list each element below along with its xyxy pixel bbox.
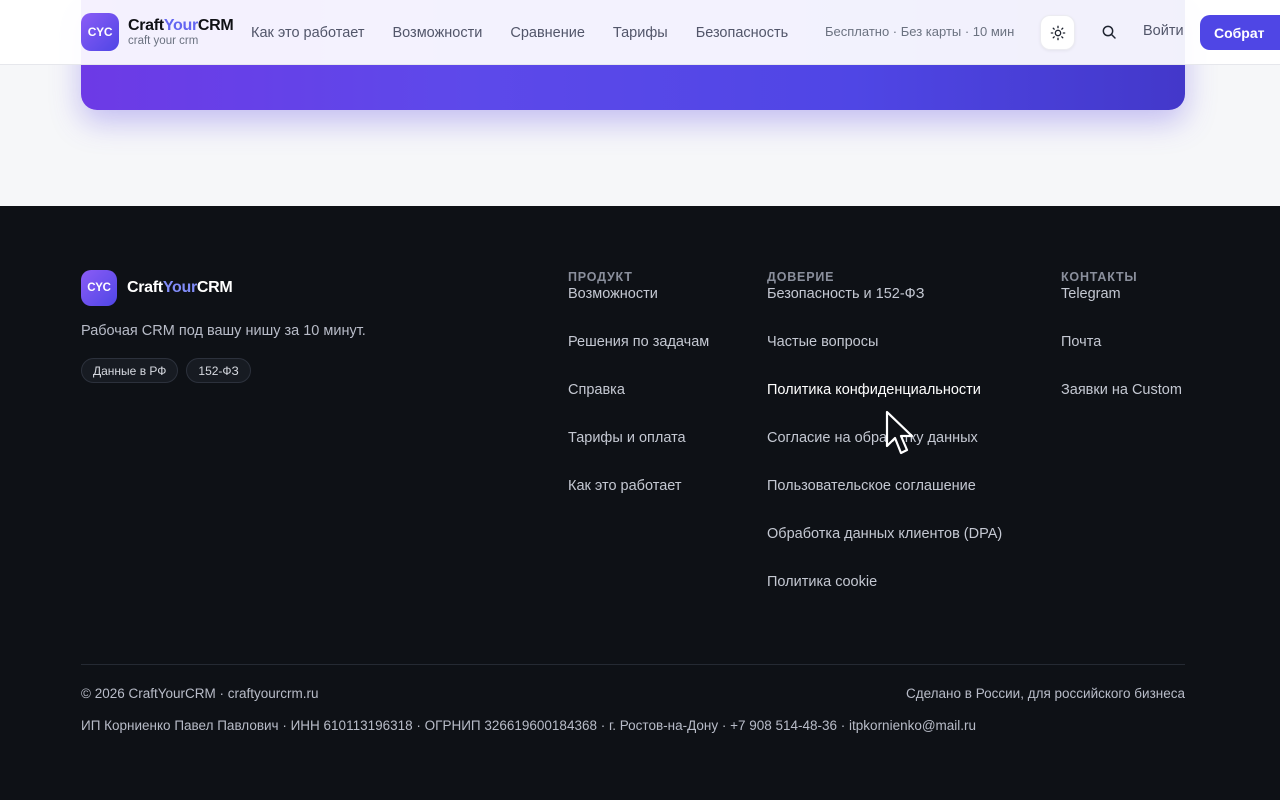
footer-link-help[interactable]: Справка [568, 380, 709, 428]
search-icon [1102, 25, 1116, 39]
footer-column-title: ПРОДУКТ [568, 270, 633, 284]
footer-link-privacy-policy[interactable]: Политика конфиденциальности [767, 380, 1002, 428]
footer-logo-name: CraftYourCRM [127, 279, 233, 296]
footer-link-features[interactable]: Возможности [568, 284, 709, 332]
header-logo[interactable]: CYC CraftYourCRM craft your crm [81, 13, 234, 51]
site-header: CYC CraftYourCRM craft your crm Как это … [0, 0, 1280, 65]
promo-text: Бесплатно · Без карты · 10 мин [825, 24, 1015, 39]
badge-152-fz: 152-ФЗ [186, 358, 251, 383]
main-nav: Как это работает Возможности Сравнение Т… [251, 0, 816, 65]
footer-column-title: КОНТАКТЫ [1061, 270, 1138, 284]
footer-link-solutions[interactable]: Решения по задачам [568, 332, 709, 380]
footer-link-data-consent[interactable]: Согласие на обработку данных [767, 428, 1002, 476]
footer-tagline: Рабочая CRM под вашу нишу за 10 минут. [81, 323, 366, 339]
nav-comparison[interactable]: Сравнение [510, 25, 585, 41]
footer-link-email[interactable]: Почта [1061, 332, 1182, 380]
footer-link-dpa[interactable]: Обработка данных клиентов (DPA) [767, 524, 1002, 572]
nav-pricing[interactable]: Тарифы [613, 25, 668, 41]
footer-link-cookie-policy[interactable]: Политика cookie [767, 572, 1002, 620]
theme-toggle-button[interactable] [1040, 15, 1075, 50]
footer-divider [81, 664, 1185, 665]
footer-column-trust: ДОВЕРИЕ Безопасность и 152-ФЗ Частые воп… [767, 270, 1002, 620]
footer-link-telegram[interactable]: Telegram [1061, 284, 1182, 332]
footer-column-product: ПРОДУКТ Возможности Решения по задачам С… [568, 270, 709, 524]
footer-link-pricing[interactable]: Тарифы и оплата [568, 428, 709, 476]
footer-link-faq[interactable]: Частые вопросы [767, 332, 1002, 380]
footer-made-in: Сделано в России, для российского бизнес… [905, 686, 1185, 701]
footer-legal-info: ИП Корниенко Павел Павлович · ИНН 610113… [81, 718, 977, 733]
footer-badges: Данные в РФ 152-ФЗ [81, 358, 259, 383]
login-link[interactable]: Войти [1143, 23, 1184, 39]
logo-subtitle: craft your crm [128, 35, 199, 47]
footer-column-contacts: КОНТАКТЫ Telegram Почта Заявки на Custom [1061, 270, 1182, 428]
logo-name: CraftYourCRM [128, 17, 234, 34]
footer-link-user-agreement[interactable]: Пользовательское соглашение [767, 476, 1002, 524]
logo-badge: CYC [81, 13, 119, 51]
nav-how-it-works[interactable]: Как это работает [251, 25, 364, 41]
footer-logo[interactable]: CYC CraftYourCRM [81, 270, 233, 306]
badge-data-in-russia: Данные в РФ [81, 358, 179, 383]
sun-icon [1050, 25, 1065, 40]
footer-link-how-it-works[interactable]: Как это работает [568, 476, 709, 524]
search-button[interactable] [1098, 21, 1120, 43]
site-footer: CYC CraftYourCRM Рабочая CRM под вашу ни… [0, 206, 1280, 800]
build-crm-button[interactable]: Собрат [1200, 15, 1280, 50]
nav-security[interactable]: Безопасность [696, 25, 789, 41]
nav-features[interactable]: Возможности [392, 25, 482, 41]
footer-link-custom-requests[interactable]: Заявки на Custom [1061, 380, 1182, 428]
footer-link-security[interactable]: Безопасность и 152-ФЗ [767, 284, 1002, 332]
footer-copyright: © 2026 CraftYourCRM · craftyourcrm.ru [81, 686, 319, 701]
footer-logo-badge: CYC [81, 270, 117, 306]
footer-column-title: ДОВЕРИЕ [767, 270, 835, 284]
